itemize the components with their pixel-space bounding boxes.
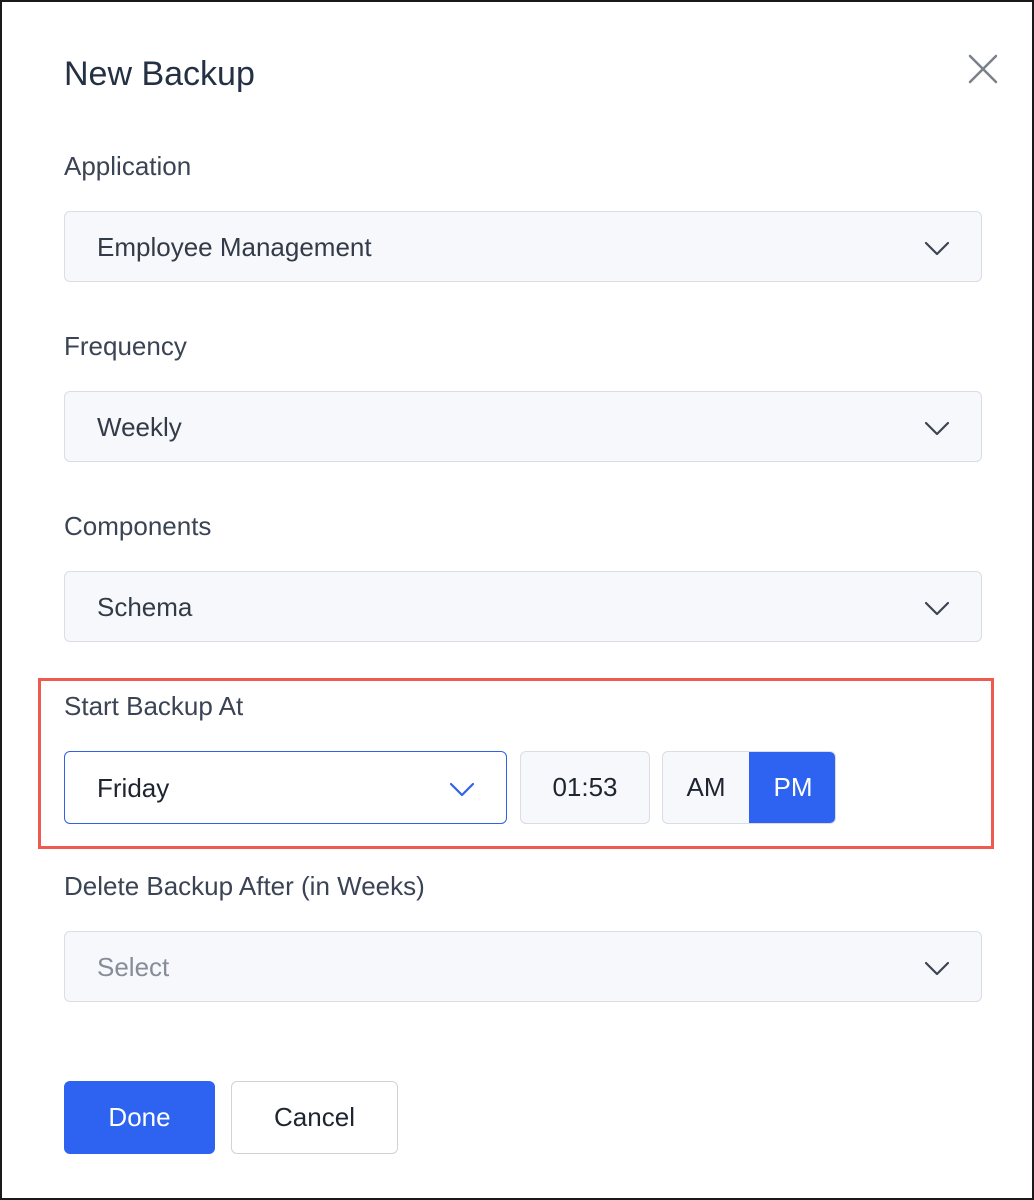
chevron-down-icon <box>924 961 950 976</box>
application-label: Application <box>64 151 192 181</box>
chevron-down-icon <box>924 421 950 436</box>
frequency-select[interactable]: Weekly <box>64 391 982 462</box>
delete-after-label: Delete Backup After (in Weeks) <box>64 871 425 901</box>
application-value: Employee Management <box>97 232 372 262</box>
am-pm-toggle: AM PM <box>662 751 836 824</box>
cancel-button[interactable]: Cancel <box>231 1081 398 1154</box>
chevron-down-icon <box>924 241 950 256</box>
close-button[interactable] <box>962 50 1002 90</box>
close-icon <box>968 54 998 84</box>
dialog-title: New Backup <box>64 55 255 93</box>
time-input[interactable]: 01:53 <box>520 751 650 824</box>
done-button[interactable]: Done <box>64 1081 215 1154</box>
pm-option[interactable]: PM <box>749 752 835 823</box>
components-select[interactable]: Schema <box>64 571 982 642</box>
application-select[interactable]: Employee Management <box>64 211 982 282</box>
day-select[interactable]: Friday <box>64 751 507 824</box>
new-backup-dialog: New Backup Application Employee Manageme… <box>0 0 1034 1200</box>
chevron-down-icon <box>449 782 475 797</box>
day-value: Friday <box>97 773 170 803</box>
start-backup-label: Start Backup At <box>64 691 244 721</box>
delete-after-select[interactable]: Select <box>64 931 982 1002</box>
chevron-down-icon <box>924 601 950 616</box>
frequency-value: Weekly <box>97 412 182 442</box>
delete-after-placeholder: Select <box>97 952 170 982</box>
am-option[interactable]: AM <box>663 752 749 823</box>
frequency-label: Frequency <box>64 331 187 361</box>
components-value: Schema <box>97 592 193 622</box>
components-label: Components <box>64 511 212 541</box>
